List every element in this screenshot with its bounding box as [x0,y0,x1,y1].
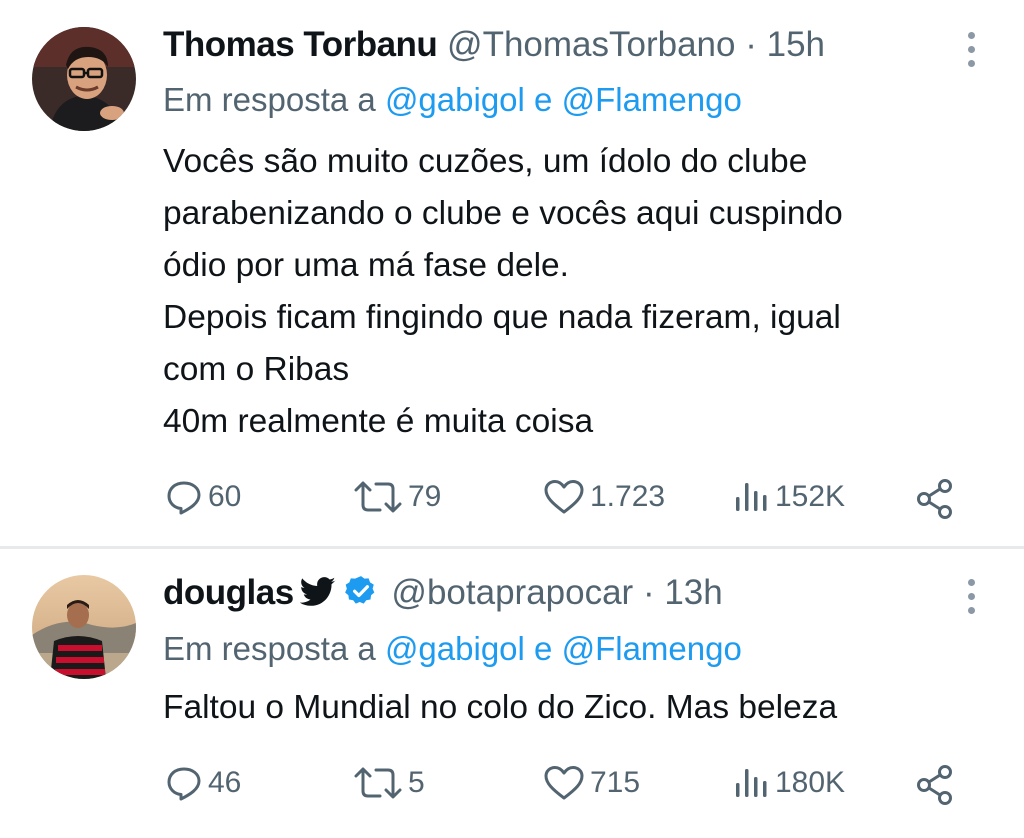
view-count: 180K [775,766,846,799]
like-count: 715 [590,766,641,799]
mention-gabigol[interactable]: @gabigol [385,81,525,118]
reply-count: 46 [208,766,242,799]
tweet-2[interactable]: douglas @botaprapocar · 13h Em resposta … [0,549,1024,838]
author-name[interactable]: douglas [163,573,294,612]
like-button[interactable]: 1.723 [542,477,665,517]
retweet-icon [354,481,402,513]
retweet-icon [354,767,402,799]
reply-icon [167,767,201,801]
separator-dot: · [745,25,757,64]
mention-flamengo[interactable]: @Flamengo [562,81,742,118]
share-icon [917,479,952,519]
author-name[interactable]: Thomas Torbanu [163,25,438,64]
view-count: 152K [775,480,846,513]
views-button[interactable]: 180K [733,763,845,803]
separator-dot: · [642,573,655,612]
text-line: 40m realmente é muita coisa [163,403,594,440]
timestamp[interactable]: 13h [664,573,722,612]
more-options-button[interactable] [962,30,982,70]
like-icon [544,766,584,800]
text-line: parabenizando o clube e vocês aqui cuspi… [163,195,843,232]
author-handle[interactable]: @botaprapocar [391,573,633,612]
mention-conjunction: e [534,81,553,118]
like-icon [544,480,584,514]
avatar[interactable] [32,27,136,131]
retweet-count: 5 [408,766,425,799]
more-options-button[interactable] [962,577,982,617]
tweet-header: Thomas Torbanu @ThomasTorbano · 15h [163,25,825,65]
retweet-button[interactable]: 79 [352,477,441,517]
author-handle[interactable]: @ThomasTorbano [447,25,735,64]
mention-flamengo[interactable]: @Flamengo [562,630,742,667]
views-icon [736,769,767,797]
tweet-text: Faltou o Mundial no colo do Zico. Mas be… [163,682,837,734]
share-button[interactable] [914,477,958,521]
verified-badge-icon [344,576,375,604]
reply-context: Em resposta a @gabigol e @Flamengo [163,629,742,669]
reply-icon [167,481,201,515]
retweet-count: 79 [408,480,442,513]
text-line: Depois ficam fingindo que nada fizeram, … [163,299,841,336]
share-button[interactable] [914,763,958,807]
reply-button[interactable]: 46 [164,763,241,803]
reply-prefix: Em resposta a [163,81,376,118]
reply-count: 60 [208,480,242,513]
reply-button[interactable]: 60 [164,477,241,517]
text-line: Faltou o Mundial no colo do Zico. Mas be… [163,689,838,726]
text-line: com o Ribas [163,351,350,388]
tweet-1[interactable]: Thomas Torbanu @ThomasTorbano · 15h Em r… [0,0,1024,548]
timestamp[interactable]: 15h [767,25,825,64]
retweet-button[interactable]: 5 [352,763,425,803]
like-count: 1.723 [590,480,666,513]
reply-prefix: Em resposta a [163,630,376,667]
text-line: ódio por uma má fase dele. [163,247,569,284]
mention-gabigol[interactable]: @gabigol [385,630,525,667]
twitter-bird-icon [299,577,336,606]
mention-conjunction: e [534,630,553,667]
reply-context: Em resposta a @gabigol e @Flamengo [163,80,742,120]
share-icon [917,765,952,805]
tweet-header: douglas @botaprapocar · 13h [163,573,723,613]
tweet-text: Vocês são muito cuzões, um ídolo do club… [163,136,843,448]
views-icon [736,483,767,511]
views-button[interactable]: 152K [733,477,845,517]
avatar[interactable] [32,575,136,679]
text-line: Vocês são muito cuzões, um ídolo do club… [163,143,808,180]
like-button[interactable]: 715 [542,763,640,803]
